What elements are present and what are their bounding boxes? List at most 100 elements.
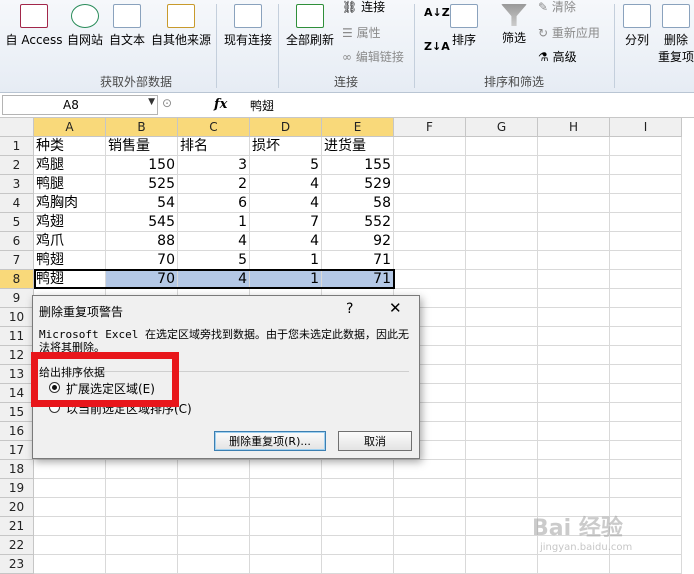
column-header-i[interactable]: I xyxy=(610,118,682,137)
empty-cell[interactable] xyxy=(538,403,610,422)
table-cell[interactable]: 92 xyxy=(322,232,394,251)
empty-cell[interactable] xyxy=(466,137,538,156)
empty-cell[interactable] xyxy=(106,498,178,517)
empty-cell[interactable] xyxy=(610,308,682,327)
row-header-15[interactable]: 15 xyxy=(0,403,34,422)
empty-cell[interactable] xyxy=(610,403,682,422)
table-cell[interactable]: 88 xyxy=(106,232,178,251)
empty-cell[interactable] xyxy=(610,327,682,346)
table-header-cell[interactable]: 损坏 xyxy=(250,137,322,156)
empty-cell[interactable] xyxy=(610,555,682,574)
table-cell[interactable]: 3 xyxy=(178,156,250,175)
refresh-all-button[interactable]: 全部刷新 xyxy=(282,4,338,48)
help-icon[interactable]: ? xyxy=(346,301,353,317)
empty-cell[interactable] xyxy=(538,441,610,460)
column-header-e[interactable]: E xyxy=(322,118,394,137)
empty-cell[interactable] xyxy=(106,536,178,555)
empty-cell[interactable] xyxy=(466,194,538,213)
row-header-9[interactable]: 9 xyxy=(0,289,34,308)
from-text-button[interactable]: 自文本 xyxy=(106,4,148,48)
chevron-down-icon[interactable]: ▼ xyxy=(148,97,155,107)
empty-cell[interactable] xyxy=(466,403,538,422)
empty-cell[interactable] xyxy=(394,555,466,574)
from-web-button[interactable]: 自网站 xyxy=(64,4,106,48)
empty-cell[interactable] xyxy=(466,232,538,251)
empty-cell[interactable] xyxy=(466,517,538,536)
empty-cell[interactable] xyxy=(322,555,394,574)
column-header-f[interactable]: F xyxy=(394,118,466,137)
row-header-19[interactable]: 19 xyxy=(0,479,34,498)
row-header-13[interactable]: 13 xyxy=(0,365,34,384)
insert-function-icon[interactable]: fx xyxy=(214,97,227,112)
empty-cell[interactable] xyxy=(322,536,394,555)
empty-cell[interactable] xyxy=(538,327,610,346)
splitter-handle[interactable]: ⊙ xyxy=(162,96,172,110)
sort-button[interactable]: 排序 xyxy=(446,4,482,48)
empty-cell[interactable] xyxy=(538,270,610,289)
empty-cell[interactable] xyxy=(610,441,682,460)
table-cell[interactable]: 71 xyxy=(322,270,394,289)
row-header-10[interactable]: 10 xyxy=(0,308,34,327)
empty-cell[interactable] xyxy=(538,194,610,213)
table-cell[interactable]: 4 xyxy=(250,194,322,213)
close-icon[interactable]: ✕ xyxy=(389,299,402,317)
table-cell[interactable]: 150 xyxy=(106,156,178,175)
table-cell[interactable]: 4 xyxy=(178,270,250,289)
empty-cell[interactable] xyxy=(538,137,610,156)
table-cell[interactable]: 1 xyxy=(178,213,250,232)
empty-cell[interactable] xyxy=(106,479,178,498)
table-cell[interactable]: 155 xyxy=(322,156,394,175)
table-cell[interactable]: 1 xyxy=(250,251,322,270)
column-header-c[interactable]: C xyxy=(178,118,250,137)
empty-cell[interactable] xyxy=(466,555,538,574)
empty-cell[interactable] xyxy=(106,460,178,479)
empty-cell[interactable] xyxy=(394,232,466,251)
table-cell[interactable]: 鸭腿 xyxy=(34,175,106,194)
empty-cell[interactable] xyxy=(538,213,610,232)
table-cell[interactable]: 58 xyxy=(322,194,394,213)
row-header-12[interactable]: 12 xyxy=(0,346,34,365)
empty-cell[interactable] xyxy=(538,232,610,251)
empty-cell[interactable] xyxy=(466,308,538,327)
empty-cell[interactable] xyxy=(466,289,538,308)
empty-cell[interactable] xyxy=(394,498,466,517)
column-header-b[interactable]: B xyxy=(106,118,178,137)
row-header-21[interactable]: 21 xyxy=(0,517,34,536)
row-header-18[interactable]: 18 xyxy=(0,460,34,479)
row-header-16[interactable]: 16 xyxy=(0,422,34,441)
table-cell[interactable]: 4 xyxy=(250,232,322,251)
empty-cell[interactable] xyxy=(466,384,538,403)
empty-cell[interactable] xyxy=(466,175,538,194)
properties-button[interactable]: ☰ 属性 xyxy=(342,24,381,41)
empty-cell[interactable] xyxy=(610,422,682,441)
empty-cell[interactable] xyxy=(34,479,106,498)
table-cell[interactable]: 71 xyxy=(322,251,394,270)
empty-cell[interactable] xyxy=(250,536,322,555)
table-cell[interactable]: 鸡腿 xyxy=(34,156,106,175)
row-header-20[interactable]: 20 xyxy=(0,498,34,517)
select-all-corner[interactable] xyxy=(0,118,34,137)
empty-cell[interactable] xyxy=(34,517,106,536)
table-cell[interactable]: 6 xyxy=(178,194,250,213)
remove-duplicates-ok-button[interactable]: 删除重复项(R)... xyxy=(214,431,326,451)
empty-cell[interactable] xyxy=(466,441,538,460)
table-cell[interactable]: 4 xyxy=(250,175,322,194)
reapply-button[interactable]: ↻ 重新应用 xyxy=(538,24,600,41)
table-header-cell[interactable]: 排名 xyxy=(178,137,250,156)
empty-cell[interactable] xyxy=(610,384,682,403)
empty-cell[interactable] xyxy=(394,194,466,213)
empty-cell[interactable] xyxy=(466,270,538,289)
connections-button[interactable]: ⛓ 连接 xyxy=(342,0,385,15)
row-header-2[interactable]: 2 xyxy=(0,156,34,175)
empty-cell[interactable] xyxy=(610,213,682,232)
row-header-5[interactable]: 5 xyxy=(0,213,34,232)
row-header-7[interactable]: 7 xyxy=(0,251,34,270)
empty-cell[interactable] xyxy=(466,498,538,517)
empty-cell[interactable] xyxy=(466,156,538,175)
empty-cell[interactable] xyxy=(394,213,466,232)
empty-cell[interactable] xyxy=(538,422,610,441)
advanced-button[interactable]: ⚗ 高级 xyxy=(538,48,577,65)
table-header-cell[interactable]: 种类 xyxy=(34,137,106,156)
from-access-button[interactable]: 自 Access xyxy=(4,4,64,48)
empty-cell[interactable] xyxy=(610,479,682,498)
